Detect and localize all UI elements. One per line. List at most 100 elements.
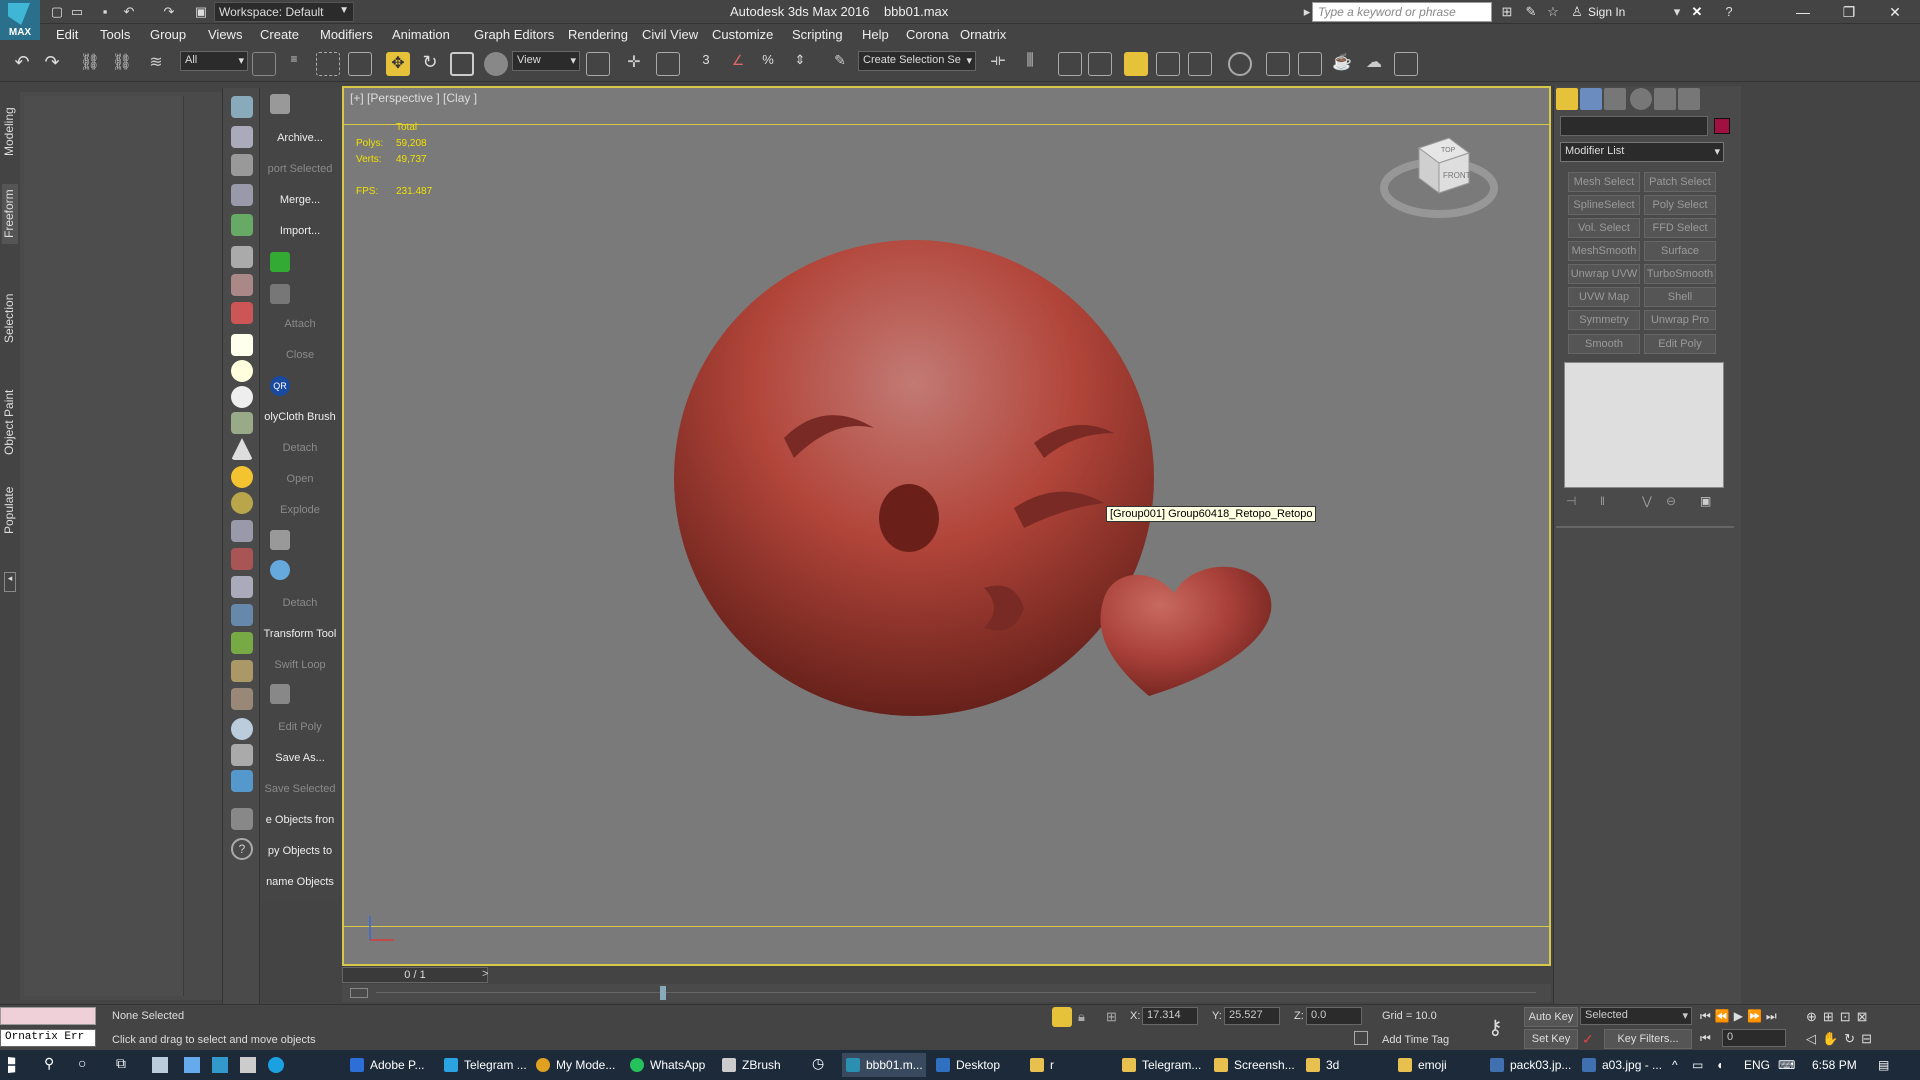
- task-folder-3d[interactable]: 3d: [1302, 1053, 1339, 1077]
- redo-icon[interactable]: ↷: [40, 52, 64, 76]
- attach-button[interactable]: Attach: [260, 318, 340, 330]
- edit-poly-modifier-button[interactable]: Edit Poly: [1644, 334, 1716, 354]
- sphere-icon[interactable]: [231, 386, 253, 408]
- save-as-button[interactable]: Save As...: [260, 752, 340, 764]
- script-icon[interactable]: [231, 770, 253, 792]
- modifier-list-dropdown[interactable]: Modifier List ▾: [1560, 142, 1724, 162]
- add-time-tag-button[interactable]: Add Time Tag: [1382, 1034, 1449, 1046]
- menu-scripting[interactable]: Scripting: [792, 27, 843, 42]
- redo-icon[interactable]: ↷: [160, 3, 178, 21]
- manipulate-icon[interactable]: ✛: [622, 52, 646, 76]
- select-and-rotate-icon[interactable]: ↻: [418, 52, 442, 76]
- task-folder-r[interactable]: r: [1026, 1053, 1054, 1077]
- material-sphere-icon[interactable]: [231, 718, 253, 740]
- emoji-face[interactable]: [674, 240, 1154, 716]
- percent-snap-icon[interactable]: %: [756, 52, 780, 76]
- close-tool-button[interactable]: Close: [260, 349, 340, 361]
- object-color-swatch[interactable]: [1714, 118, 1730, 134]
- menu-ornatrix[interactable]: Ornatrix: [960, 27, 1006, 42]
- pin-stack-icon[interactable]: ⊣: [1566, 494, 1576, 508]
- windows-start-icon[interactable]: [8, 1057, 16, 1073]
- search-input[interactable]: Type a keyword or phrase: [1312, 2, 1492, 22]
- table-icon[interactable]: [231, 184, 253, 206]
- key-filter-icon[interactable]: ✓: [1582, 1031, 1594, 1048]
- maxscript-mini-listener-pink[interactable]: [0, 1007, 96, 1025]
- explode-button[interactable]: Explode: [260, 504, 340, 516]
- object-name-field[interactable]: [1560, 116, 1708, 136]
- modify-tab-icon[interactable]: [1580, 88, 1602, 110]
- perspective-viewport[interactable]: [+] [Perspective ] [Clay ] Total Polys: 5…: [342, 86, 1551, 966]
- restore-button[interactable]: ❐: [1826, 0, 1872, 24]
- camera-icon[interactable]: [231, 246, 253, 268]
- menu-corona[interactable]: Corona: [906, 27, 949, 42]
- tab-modeling[interactable]: Modeling: [2, 102, 18, 162]
- window-crossing-icon[interactable]: [348, 52, 372, 76]
- mesh-select-button[interactable]: Mesh Select: [1568, 172, 1640, 192]
- grid-icon[interactable]: [231, 520, 253, 542]
- named-selection-dropdown[interactable]: Create Selection Se ▾: [858, 51, 976, 71]
- ribbon-expand-icon[interactable]: ◂: [4, 572, 16, 592]
- align-icon[interactable]: ⫼: [1018, 52, 1042, 76]
- task-folder-telegram[interactable]: Telegram...: [1118, 1053, 1201, 1077]
- unlink-icon[interactable]: ⛓: [110, 52, 134, 76]
- teapot-icon[interactable]: [231, 96, 253, 118]
- save-icon[interactable]: ▪: [96, 3, 114, 21]
- render-icon[interactable]: [231, 274, 253, 296]
- key-filters-button[interactable]: Key Filters...: [1604, 1029, 1692, 1049]
- create-tab-icon[interactable]: [1556, 88, 1578, 110]
- layer-explorer-icon[interactable]: [1088, 52, 1112, 76]
- spinner-snap-icon[interactable]: ⇕: [788, 52, 812, 76]
- import-button[interactable]: Import...: [260, 225, 340, 237]
- set-key-button[interactable]: Set Key: [1524, 1029, 1578, 1049]
- current-frame-field[interactable]: 0: [1722, 1029, 1786, 1047]
- place-icon[interactable]: [484, 52, 508, 76]
- select-object-icon[interactable]: [252, 52, 276, 76]
- time-next-icon[interactable]: >: [482, 968, 488, 980]
- help-icon[interactable]: ?: [1720, 3, 1738, 21]
- merge-button[interactable]: Merge...: [260, 194, 340, 206]
- volume-icon[interactable]: ◖: [1716, 1053, 1723, 1077]
- task-folder-screenshots[interactable]: Screensh...: [1210, 1053, 1295, 1077]
- green-screen-icon[interactable]: [270, 252, 290, 272]
- rename-objects-button[interactable]: name Objects: [260, 876, 340, 888]
- help-icon[interactable]: ?: [231, 838, 253, 860]
- skylight-icon[interactable]: [231, 492, 253, 514]
- object-list-icon[interactable]: [231, 744, 253, 766]
- turbosmooth-button[interactable]: TurboSmooth: [1644, 264, 1716, 284]
- maxscript-mini-listener[interactable]: Ornatrix Err: [0, 1029, 96, 1047]
- dots-icon[interactable]: [270, 560, 290, 580]
- x-coordinate-field[interactable]: 17.314: [1142, 1007, 1198, 1025]
- keyboard-shortcut-icon[interactable]: [656, 52, 680, 76]
- patch-select-button[interactable]: Patch Select: [1644, 172, 1716, 192]
- display-tab-icon[interactable]: [1654, 88, 1676, 110]
- disc-icon[interactable]: [231, 360, 253, 382]
- render-iterative-icon[interactable]: ☁: [1362, 52, 1386, 76]
- set-key-mode-icon[interactable]: ⚷: [1488, 1015, 1503, 1040]
- task-3dsmax[interactable]: bbb01.m...: [842, 1053, 926, 1077]
- undo-icon[interactable]: ↶: [120, 3, 138, 21]
- heart[interactable]: [1100, 566, 1272, 696]
- menu-rendering[interactable]: Rendering: [568, 27, 628, 42]
- clock-app-icon[interactable]: ◷: [812, 1055, 824, 1072]
- keyboard-icon[interactable]: ⌨: [1778, 1053, 1795, 1077]
- tab-selection[interactable]: Selection: [2, 288, 18, 348]
- tray-chevron-icon[interactable]: ^: [1672, 1053, 1678, 1077]
- tab-populate[interactable]: Populate: [2, 480, 18, 540]
- workspace-dropdown[interactable]: Workspace: Default ▼: [214, 2, 354, 22]
- export-selected-button[interactable]: port Selected: [260, 163, 340, 175]
- spline-select-button[interactable]: SplineSelect: [1568, 195, 1640, 215]
- tab-object-paint[interactable]: Object Paint: [2, 382, 18, 462]
- curve-editor-icon[interactable]: [1156, 52, 1180, 76]
- task-telegram[interactable]: Telegram ...: [440, 1053, 527, 1077]
- render-setup-icon[interactable]: [1266, 52, 1290, 76]
- playback-controls[interactable]: ⏮⏪▶⏩⏭: [1700, 1009, 1781, 1024]
- favorites-star-icon[interactable]: ☆: [1544, 3, 1562, 21]
- task-chrome[interactable]: My Mode...: [532, 1053, 615, 1077]
- menu-help[interactable]: Help: [862, 27, 889, 42]
- y-coordinate-field[interactable]: 25.527: [1224, 1007, 1280, 1025]
- remove-modifier-icon[interactable]: ⊖: [1666, 494, 1676, 508]
- poly-select-button[interactable]: Poly Select: [1644, 195, 1716, 215]
- menu-tools[interactable]: Tools: [100, 27, 130, 42]
- unwrap-pro-button[interactable]: Unwrap Pro: [1644, 310, 1716, 330]
- show-end-result-icon[interactable]: ‖: [1600, 494, 1605, 508]
